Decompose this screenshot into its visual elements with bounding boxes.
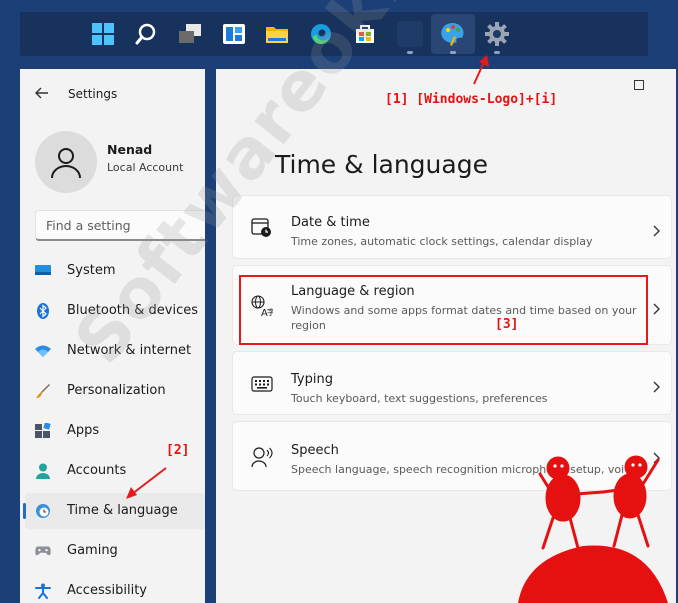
mascot-logo xyxy=(518,455,668,603)
annotation-step2: [2] xyxy=(166,443,190,458)
annotation-step1: [1] [Windows-Logo]+[i] xyxy=(385,92,558,107)
highlight-box xyxy=(239,275,648,345)
